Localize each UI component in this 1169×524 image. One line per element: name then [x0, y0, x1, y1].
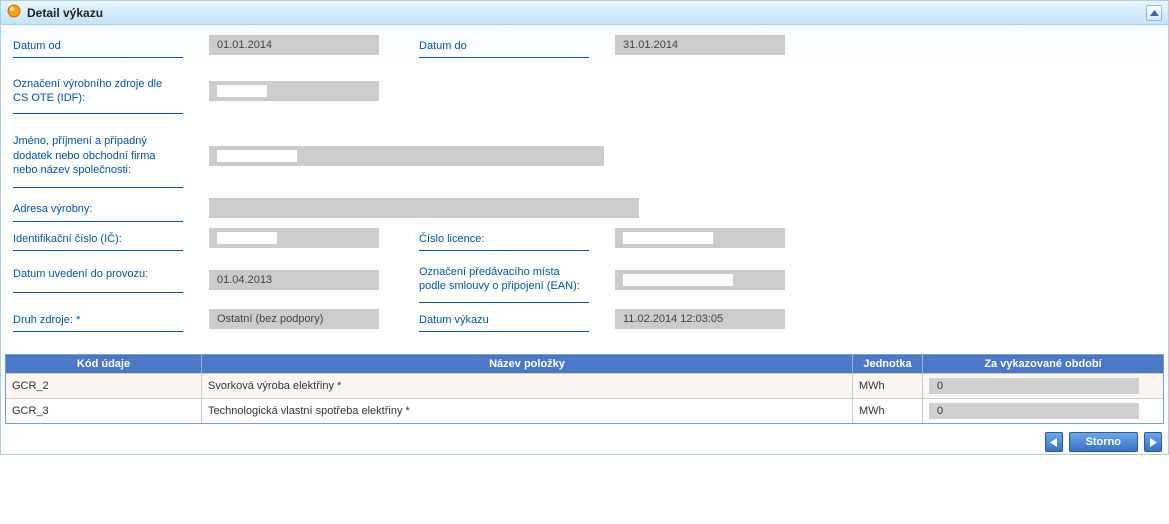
header-jednotka[interactable]: Jednotka	[853, 355, 923, 373]
value-datum-vykazu: 11.02.2014 12:03:05	[615, 309, 785, 329]
label-druh-zdroje: Druh zdroje: *	[13, 309, 183, 332]
value-adresa	[209, 198, 639, 218]
value-datum-do: 31.01.2014	[615, 35, 785, 55]
collapse-button[interactable]	[1146, 5, 1162, 21]
header-kod[interactable]: Kód údaje	[6, 355, 202, 373]
table-row[interactable]: GCR_3 Technologická vlastní spotřeba ele…	[6, 398, 1163, 423]
label-datum-od: Datum od	[13, 35, 183, 58]
label-jmeno: Jméno, příjmení a případný dodatek nebo …	[13, 124, 183, 188]
panel-header: Detail výkazu	[1, 1, 1168, 25]
label-datum-do: Datum do	[419, 35, 589, 58]
value-oznaceni-zdroje	[209, 81, 379, 101]
label-oznaceni-mista: Označení předávacího místa podle smlouvy…	[419, 257, 589, 303]
cell-obdobi: 0	[923, 399, 1163, 423]
label-datum-uvedeni: Datum uvedení do provozu:	[13, 257, 183, 293]
cell-kod: GCR_3	[6, 399, 202, 423]
form-area: Datum od 01.01.2014 Datum do 31.01.2014 …	[1, 25, 1168, 352]
label-datum-vykazu: Datum výkazu	[419, 309, 589, 332]
detail-panel: Detail výkazu Datum od 01.01.2014 Datum …	[0, 0, 1169, 455]
label-oznaceni-zdroje: Označení výrobního zdroje dle CS OTE (ID…	[13, 68, 183, 114]
cell-nazev: Svorková výroba elektřiny *	[202, 374, 853, 398]
value-druh-zdroje: Ostatní (bez podpory)	[209, 309, 379, 329]
value-obdobi-input[interactable]: 0	[929, 403, 1139, 419]
grid-header-row: Kód údaje Název položky Jednotka Za vyka…	[6, 355, 1163, 373]
cell-nazev: Technologická vlastní spotřeba elektřiny…	[202, 399, 853, 423]
value-oznaceni-mista	[615, 270, 785, 290]
label-cislo-licence: Číslo licence:	[419, 228, 589, 251]
cell-obdobi: 0	[923, 374, 1163, 398]
value-obdobi-input[interactable]: 0	[929, 378, 1139, 394]
header-nazev[interactable]: Název položky	[202, 355, 853, 373]
data-grid: Kód údaje Název položky Jednotka Za vyka…	[5, 354, 1164, 424]
cell-kod: GCR_2	[6, 374, 202, 398]
cell-jednotka: MWh	[853, 374, 923, 398]
label-adresa: Adresa výrobny:	[13, 198, 183, 221]
table-row[interactable]: GCR_2 Svorková výroba elektřiny * MWh 0	[6, 373, 1163, 398]
prev-button[interactable]	[1045, 432, 1063, 452]
value-cislo-licence	[615, 228, 785, 248]
header-obdobi[interactable]: Za vykazované období	[923, 355, 1163, 373]
panel-icon	[7, 4, 21, 21]
value-jmeno	[209, 146, 604, 166]
value-datum-uvedeni: 01.04.2013	[209, 270, 379, 290]
panel-title: Detail výkazu	[27, 6, 103, 20]
value-datum-od: 01.01.2014	[209, 35, 379, 55]
footer-bar: Storno	[1, 424, 1168, 454]
label-ic: Identifikační číslo (IČ):	[13, 228, 183, 251]
value-ic	[209, 228, 379, 248]
storno-button[interactable]: Storno	[1069, 432, 1138, 452]
cell-jednotka: MWh	[853, 399, 923, 423]
next-button[interactable]	[1144, 432, 1162, 452]
